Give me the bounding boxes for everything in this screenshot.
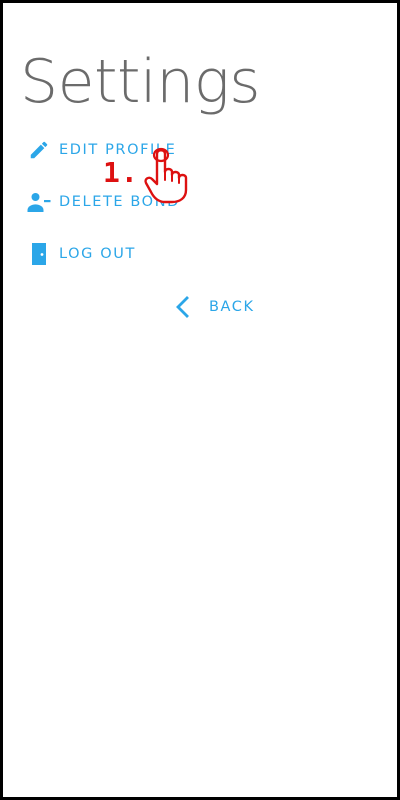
person-remove-icon xyxy=(27,190,51,214)
hand-pointer-icon xyxy=(143,146,189,204)
step-annotation: 1. xyxy=(103,156,139,189)
screen-frame: Settings EDIT PROFILE DELETE BOND LOG OU… xyxy=(0,0,400,800)
page-title: Settings xyxy=(20,47,261,117)
log-out-label: LOG OUT xyxy=(59,246,136,262)
back-button[interactable]: BACK xyxy=(171,293,255,321)
back-label: BACK xyxy=(209,299,255,315)
chevron-left-icon xyxy=(171,295,195,319)
pencil-icon xyxy=(27,138,51,162)
door-icon xyxy=(27,242,51,266)
log-out-button[interactable]: LOG OUT xyxy=(27,240,136,268)
